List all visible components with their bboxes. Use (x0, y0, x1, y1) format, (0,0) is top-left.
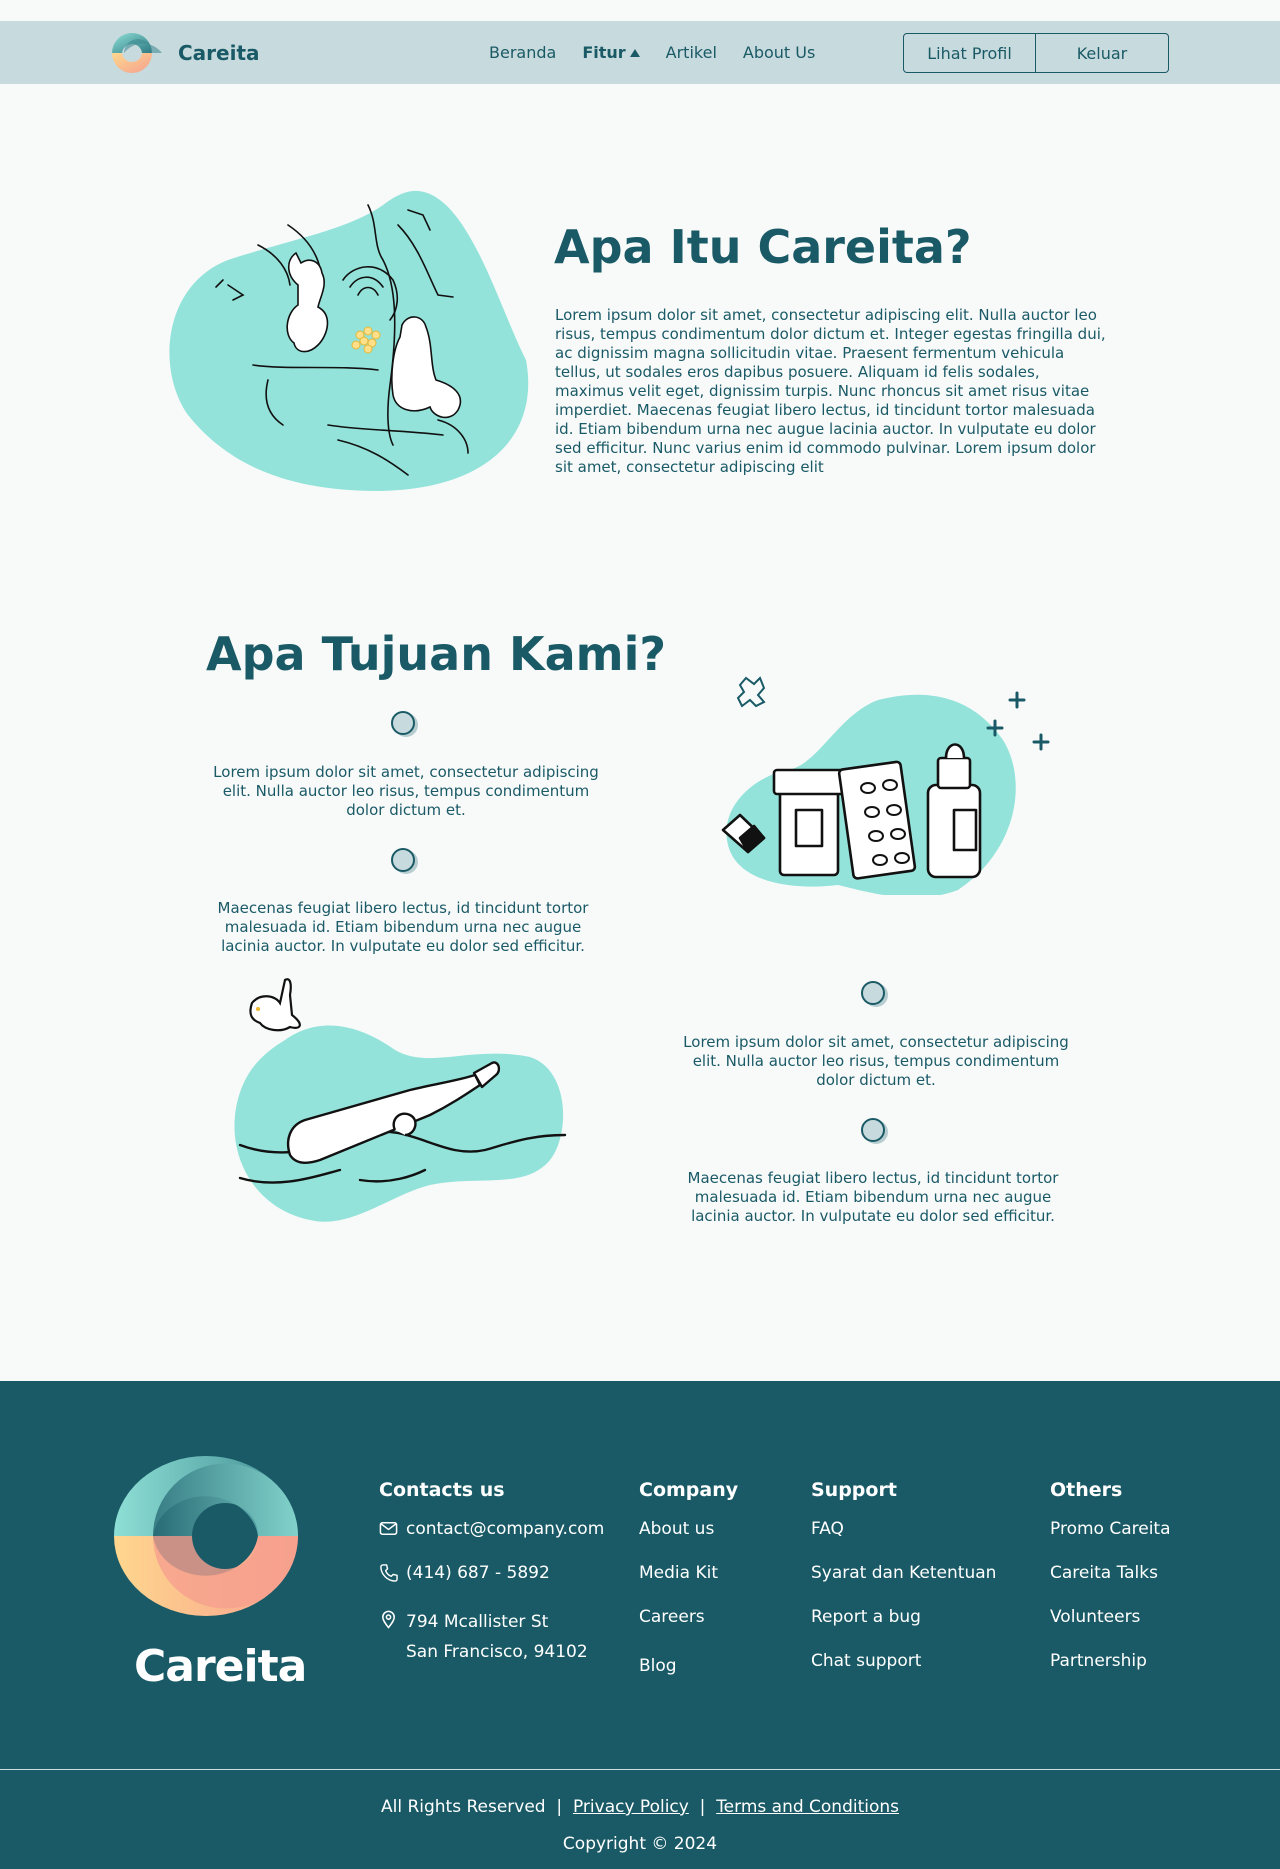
goals-title: Apa Tujuan Kami? (206, 627, 667, 681)
terms-conditions-link[interactable]: Terms and Conditions (716, 1797, 899, 1817)
footer-others-heading: Others (1050, 1479, 1123, 1501)
footer-email-text: contact@company.com (406, 1519, 605, 1539)
top-strip (0, 0, 1280, 21)
footer-link-partnership[interactable]: Partnership (1050, 1651, 1171, 1695)
location-pin-icon (379, 1609, 399, 1629)
footer-address-line2: San Francisco, 94102 (406, 1642, 588, 1662)
footer-support-heading: Support (811, 1479, 897, 1501)
footer-careita-logo-icon (114, 1456, 298, 1616)
footer-rights: All Rights Reserved (380, 1797, 546, 1817)
footer-link-terms[interactable]: Syarat dan Ketentuan (811, 1563, 996, 1607)
nav-link-fitur-label: Fitur (582, 43, 626, 62)
footer-link-talks[interactable]: Careita Talks (1050, 1563, 1171, 1607)
footer-copyright: Copyright © 2024 (562, 1834, 718, 1854)
footer-others: Others Promo Careita Careita Talks Volun… (1050, 1479, 1171, 1695)
caret-up-icon (629, 49, 640, 57)
footer-link-volunteers[interactable]: Volunteers (1050, 1607, 1171, 1651)
careita-logo-icon (112, 33, 162, 73)
goal-bullet (861, 1118, 885, 1142)
footer-address: 794 Mcallister St San Francisco, 94102 (379, 1607, 604, 1667)
footer-company-heading: Company (639, 1479, 739, 1501)
nav-link-artikel[interactable]: Artikel (666, 43, 717, 62)
footer-link-promo[interactable]: Promo Careita (1050, 1519, 1171, 1563)
brand-name: Careita (178, 41, 260, 65)
footer-company: Company About us Media Kit Careers Blog (639, 1479, 738, 1700)
footer-contacts-heading: Contacts us (379, 1479, 505, 1501)
goal-text-left-2: Maecenas feugiat libero lectus, id tinci… (217, 899, 589, 955)
navbar: Careita Beranda Fitur Artikel About Us L… (0, 21, 1280, 84)
goal-text-right-1: Lorem ipsum dolor sit amet, consectetur … (683, 1033, 1069, 1089)
phone-icon (379, 1563, 399, 1582)
squirrels-illustration (169, 190, 529, 491)
footer-legal: All Rights Reserved | Privacy Policy | T… (0, 1797, 1280, 1817)
privacy-policy-link[interactable]: Privacy Policy (573, 1797, 689, 1817)
footer-link-blog[interactable]: Blog (639, 1656, 738, 1700)
footer-phone[interactable]: (414) 687 - 5892 (379, 1563, 604, 1607)
footer-link-report-bug[interactable]: Report a bug (811, 1607, 996, 1651)
goal-bullet (861, 981, 885, 1005)
separator: | (551, 1797, 568, 1817)
nav-links: Beranda Fitur Artikel About Us (489, 21, 841, 84)
goal-bullet (391, 848, 415, 872)
footer-divider (0, 1769, 1280, 1770)
about-title: Apa Itu Careita? (554, 220, 972, 274)
separator: | (694, 1797, 711, 1817)
goal-text-right-2: Maecenas feugiat libero lectus, id tinci… (687, 1169, 1059, 1225)
footer-email[interactable]: contact@company.com (379, 1519, 604, 1563)
brand[interactable]: Careita (108, 30, 260, 76)
logout-button[interactable]: Keluar (1036, 33, 1169, 73)
footer-phone-text: (414) 687 - 5892 (406, 1563, 550, 1583)
view-profile-button[interactable]: Lihat Profil (903, 33, 1036, 73)
footer-link-faq[interactable]: FAQ (811, 1519, 996, 1563)
footer-support: Support FAQ Syarat dan Ketentuan Report … (811, 1479, 996, 1695)
goal-bullet (391, 711, 415, 735)
nav-link-beranda[interactable]: Beranda (489, 43, 556, 62)
nav-link-about-us[interactable]: About Us (743, 43, 815, 62)
mail-icon (379, 1519, 399, 1538)
footer-address-line1: 794 Mcallister St (406, 1612, 549, 1632)
about-body: Lorem ipsum dolor sit amet, consectetur … (555, 306, 1106, 476)
footer-brand-name: Careita (134, 1641, 307, 1692)
footer-link-media-kit[interactable]: Media Kit (639, 1563, 738, 1607)
nav-link-fitur[interactable]: Fitur (582, 43, 640, 62)
account-buttons: Lihat Profil Keluar (903, 33, 1169, 73)
footer-contacts: Contacts us contact@company.com (414) 68… (379, 1479, 604, 1667)
message-bottle-illustration (234, 978, 567, 1222)
footer-link-about-us[interactable]: About us (639, 1519, 738, 1563)
goal-text-left-1: Lorem ipsum dolor sit amet, consectetur … (213, 763, 599, 819)
footer-link-chat-support[interactable]: Chat support (811, 1651, 996, 1695)
footer-link-careers[interactable]: Careers (639, 1607, 738, 1651)
footer: Careita Contacts us contact@company.com … (0, 1381, 1280, 1869)
medicine-illustration (721, 676, 1050, 895)
